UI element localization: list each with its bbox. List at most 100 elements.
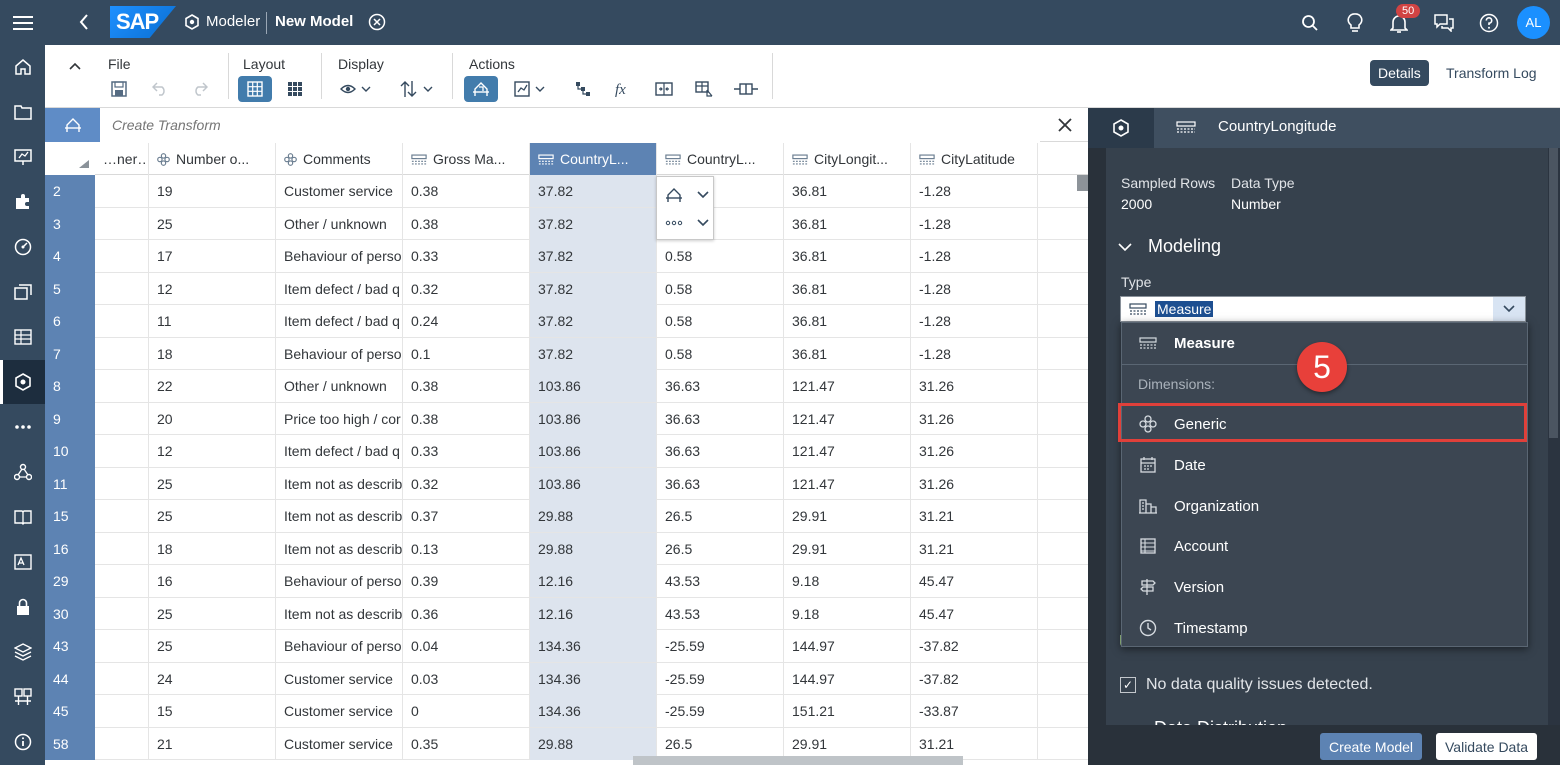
table-cell[interactable]: 12 [149,435,276,467]
table-row[interactable]: 30 25 Item not as describ 0.36 12.16 43.53 9.1… [45,597,1088,630]
table-cell[interactable] [95,597,149,630]
row-number[interactable]: 8 [45,370,95,403]
model-tab-icon[interactable] [1088,108,1154,148]
vertical-scrollbar[interactable] [1077,175,1088,191]
column-header[interactable]: Gross Ma... [403,143,530,175]
row-number[interactable]: 11 [45,467,95,500]
table-cell[interactable]: 0.33 [403,435,530,467]
table-cell[interactable]: -1.28 [911,305,1038,337]
row-number[interactable]: 44 [45,662,95,695]
table-cell[interactable]: 37.82 [530,337,657,370]
back-icon[interactable] [72,10,96,34]
table-cell[interactable]: Item not as describ [276,597,403,630]
modeling-section-header[interactable]: Modeling [1118,236,1221,257]
table-cell[interactable]: Other / unknown [276,370,403,402]
table-cell[interactable]: 36.63 [657,435,784,467]
table-cell[interactable] [95,727,149,760]
row-number[interactable]: 30 [45,597,95,630]
table-cell[interactable] [95,435,149,467]
table-cell[interactable]: 18 [149,337,276,370]
table-cell[interactable]: 36.81 [784,240,911,272]
table-cell[interactable]: 31.26 [911,370,1038,402]
user-avatar[interactable]: AL [1517,6,1550,39]
table-cell[interactable]: 0.36 [403,597,530,630]
table-cell[interactable]: 43.53 [657,565,784,597]
table-cell[interactable]: 0.24 [403,305,530,337]
row-number[interactable]: 9 [45,402,95,435]
table-row[interactable]: 11 25 Item not as describ 0.32 103.86 36.63 12… [45,467,1088,500]
row-number[interactable]: 10 [45,435,95,468]
search-icon[interactable] [1299,12,1321,34]
tile-view-icon[interactable] [279,76,311,102]
table-cell[interactable]: Item not as describ [276,532,403,565]
table-cell[interactable]: 25 [149,500,276,532]
column-transform-menu[interactable] [665,183,709,207]
table-cell[interactable]: 25 [149,467,276,500]
chat-icon[interactable] [1433,12,1455,34]
table-cell[interactable]: 12.16 [530,565,657,597]
table-cell[interactable]: Customer service [276,695,403,727]
table-cell[interactable]: -1.28 [911,175,1038,207]
table-cell[interactable]: 36.81 [784,337,911,370]
table-cell[interactable] [95,695,149,727]
table-cell[interactable]: 18 [149,532,276,565]
row-number[interactable]: 43 [45,630,95,663]
save-icon[interactable] [103,76,135,102]
redo-icon[interactable] [184,76,216,102]
table-cell[interactable] [95,630,149,662]
table-cell[interactable]: Behaviour of perso [276,630,403,662]
table-row[interactable]: 43 25 Behaviour of perso 0.04 134.36 -25.59 14… [45,630,1088,663]
column-header[interactable]: …ner… [95,143,149,175]
table-cell[interactable]: -1.28 [911,207,1038,240]
row-number[interactable]: 7 [45,337,95,370]
home-icon[interactable] [0,45,45,89]
table-cell[interactable] [95,175,149,207]
table-cell[interactable]: Item defect / bad q [276,435,403,467]
table-row[interactable]: 10 12 Item defect / bad q 0.33 103.86 36.63 12… [45,435,1088,468]
table-cell[interactable]: Item not as describ [276,467,403,500]
row-number[interactable]: 3 [45,207,95,240]
table-cell[interactable]: 37.82 [530,175,657,207]
table-cell[interactable]: 151.21 [784,695,911,727]
table-row[interactable]: 2 19 Customer service 0.38 37.82 36.81 -1.28 [45,175,1088,208]
row-number[interactable]: 15 [45,500,95,533]
table-cell[interactable]: 19 [149,175,276,207]
table-cell[interactable]: 25 [149,207,276,240]
validate-data-button[interactable]: Validate Data [1436,733,1538,760]
table-cell[interactable]: Behaviour of perso [276,337,403,370]
table-row[interactable]: 16 18 Item not as describ 0.13 29.88 26.5 29.9… [45,532,1088,565]
table-cell[interactable] [95,565,149,597]
option-timestamp[interactable]: Timestamp [1122,608,1527,648]
table-cell[interactable]: 0.32 [403,467,530,500]
chart-dropdown-icon[interactable] [509,76,553,102]
table-cell[interactable]: 0.35 [403,727,530,760]
table-cell[interactable]: 31.26 [911,467,1038,500]
table-row[interactable]: 15 25 Item not as describ 0.37 29.88 26.5 29.9… [45,500,1088,533]
table-cell[interactable]: 37.82 [530,272,657,305]
transform-bar-icon[interactable] [45,108,100,142]
table-cell[interactable]: 0.13 [403,532,530,565]
table-cell[interactable]: Customer service [276,175,403,207]
table-cell[interactable]: Item defect / bad q [276,305,403,337]
table-cell[interactable]: 0.58 [657,337,784,370]
table-cell[interactable] [95,272,149,305]
table-row[interactable]: 5 12 Item defect / bad q 0.32 37.82 0.58 36.81… [45,272,1088,305]
table-cell[interactable]: 31.26 [911,435,1038,467]
table-cell[interactable]: 36.63 [657,402,784,435]
row-number[interactable]: 58 [45,727,95,760]
deployment-icon[interactable] [0,630,45,674]
digital-boardroom-icon[interactable] [0,225,45,269]
menu-icon[interactable] [0,0,45,45]
table-row[interactable]: 3 25 Other / unknown 0.38 37.82 36.81 -1.28 [45,207,1088,240]
column-header[interactable]: Comments [276,143,403,175]
table-row[interactable]: 9 20 Price too high / cor 0.38 103.86 36.63 12… [45,402,1088,435]
table-cell[interactable]: 29.88 [530,532,657,565]
dataset-icon[interactable] [0,315,45,359]
lock-icon[interactable] [0,585,45,629]
table-row[interactable]: 8 22 Other / unknown 0.38 103.86 36.63 121.47 3… [45,370,1088,403]
table-cell[interactable]: 0.04 [403,630,530,662]
panel-scrollbar[interactable] [1548,148,1560,725]
table-cell[interactable]: 36.63 [657,467,784,500]
sort-icon[interactable] [79,155,89,171]
folder-icon[interactable] [0,90,45,134]
